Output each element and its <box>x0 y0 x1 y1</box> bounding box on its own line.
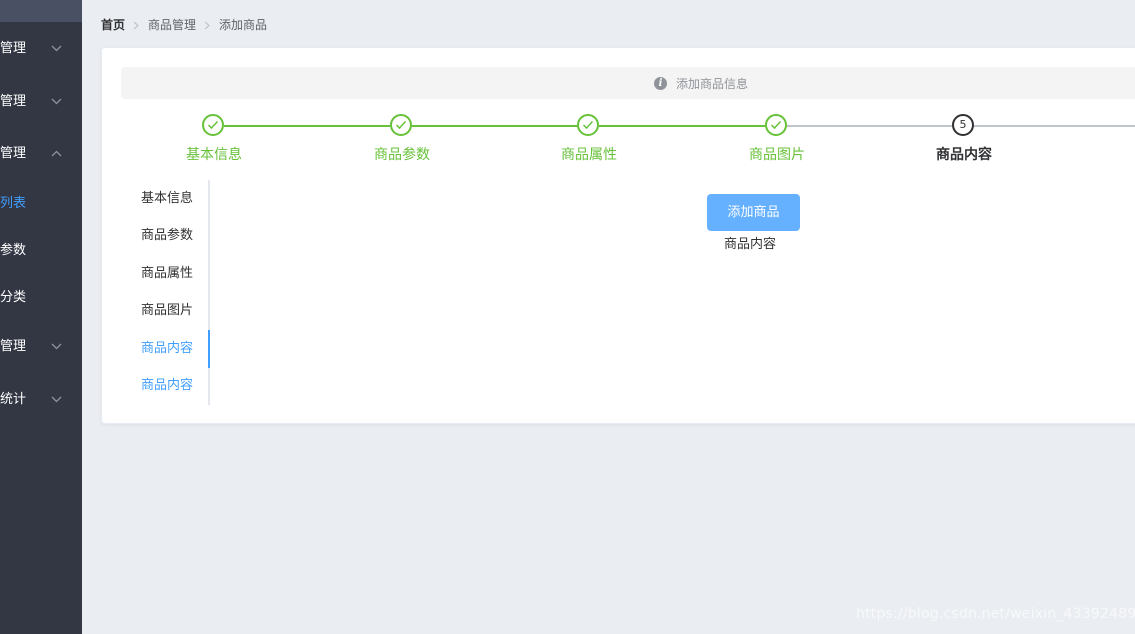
breadcrumb-level1: 商品管理 <box>148 18 197 32</box>
sidebar-submenu-list-label: 列表 <box>0 196 27 211</box>
step-title-2: 商品参数 <box>374 147 430 163</box>
check-icon <box>390 114 412 136</box>
tab-product-images[interactable]: 商品图片 <box>141 292 193 330</box>
watermark: https://blog.csdn.net/weixin_43392489 <box>856 606 1135 622</box>
main-card: i 添加商品信息 5 基本信息 商品参数 商品属性 商品图片 商品内容 基本信息… <box>101 47 1135 424</box>
add-product-button[interactable]: 添加商品 <box>707 194 800 231</box>
chevron-up-icon <box>50 129 64 179</box>
alert-text: 添加商品信息 <box>676 76 749 91</box>
tab-product-content-2[interactable]: 商品内容 <box>141 367 193 405</box>
chevron-right-icon <box>196 17 219 33</box>
vertical-tabs: 基本信息 商品参数 商品属性 商品图片 商品内容 商品内容 <box>121 180 210 405</box>
tabs-divider <box>208 180 210 405</box>
check-icon <box>202 114 224 136</box>
sidebar-submenu-list[interactable]: 列表 <box>0 179 82 229</box>
chevron-down-icon <box>50 375 64 425</box>
info-icon: i <box>654 76 667 90</box>
sidebar-submenu-categories[interactable]: 分类 <box>0 273 82 323</box>
step-line-2 <box>412 125 578 127</box>
chevron-right-icon <box>125 17 148 33</box>
step-title-5: 商品内容 <box>936 147 992 163</box>
tab-product-params[interactable]: 商品参数 <box>141 217 193 255</box>
step-title-1: 基本信息 <box>186 147 242 163</box>
step-title-3: 商品属性 <box>561 147 617 163</box>
info-alert: i 添加商品信息 <box>121 67 1135 99</box>
step-5-number: 5 <box>952 114 974 136</box>
step-line-3 <box>599 125 765 127</box>
step-title-4: 商品图片 <box>749 147 805 163</box>
breadcrumb-home[interactable]: 首页 <box>101 17 125 33</box>
sidebar-menu-4[interactable]: 管理 <box>0 322 82 372</box>
chevron-down-icon <box>50 24 64 74</box>
sidebar-submenu-params-label: 参数 <box>0 243 27 258</box>
chevron-down-icon <box>50 322 64 372</box>
sidebar-menu-1[interactable]: 管理 <box>0 24 82 74</box>
sidebar-menu-1-label: 管理 <box>0 41 27 56</box>
sidebar-menu-2-label: 管理 <box>0 94 27 109</box>
sidebar-menu-5-label: 统计 <box>0 392 27 407</box>
sidebar-submenu-categories-label: 分类 <box>0 290 27 305</box>
sidebar-submenu-params[interactable]: 参数 <box>0 226 82 276</box>
tab-product-attributes[interactable]: 商品属性 <box>141 255 193 293</box>
check-icon <box>577 114 599 136</box>
sidebar: 管理 管理 管理 列表 参数 分类 管理 统计 <box>0 0 82 634</box>
sidebar-menu-4-label: 管理 <box>0 339 27 354</box>
tab-product-content[interactable]: 商品内容 <box>141 330 193 368</box>
sidebar-menu-3-label: 管理 <box>0 146 27 161</box>
sidebar-menu-2[interactable]: 管理 <box>0 77 82 127</box>
sidebar-menu-5[interactable]: 统计 <box>0 375 82 425</box>
step-line-5 <box>974 125 1135 127</box>
step-line-1 <box>224 125 390 127</box>
check-icon <box>765 114 787 136</box>
tabs-active-indicator <box>208 330 210 368</box>
sidebar-toggle-bar[interactable] <box>0 0 82 22</box>
step-line-4 <box>787 125 952 127</box>
tab-basic-info[interactable]: 基本信息 <box>141 180 193 218</box>
chevron-down-icon <box>50 77 64 127</box>
content-pane-label: 商品内容 <box>724 237 777 252</box>
sidebar-menu-3[interactable]: 管理 <box>0 129 82 179</box>
breadcrumb: 首页 商品管理 添加商品 <box>101 17 267 33</box>
breadcrumb-level2: 添加商品 <box>219 18 268 32</box>
